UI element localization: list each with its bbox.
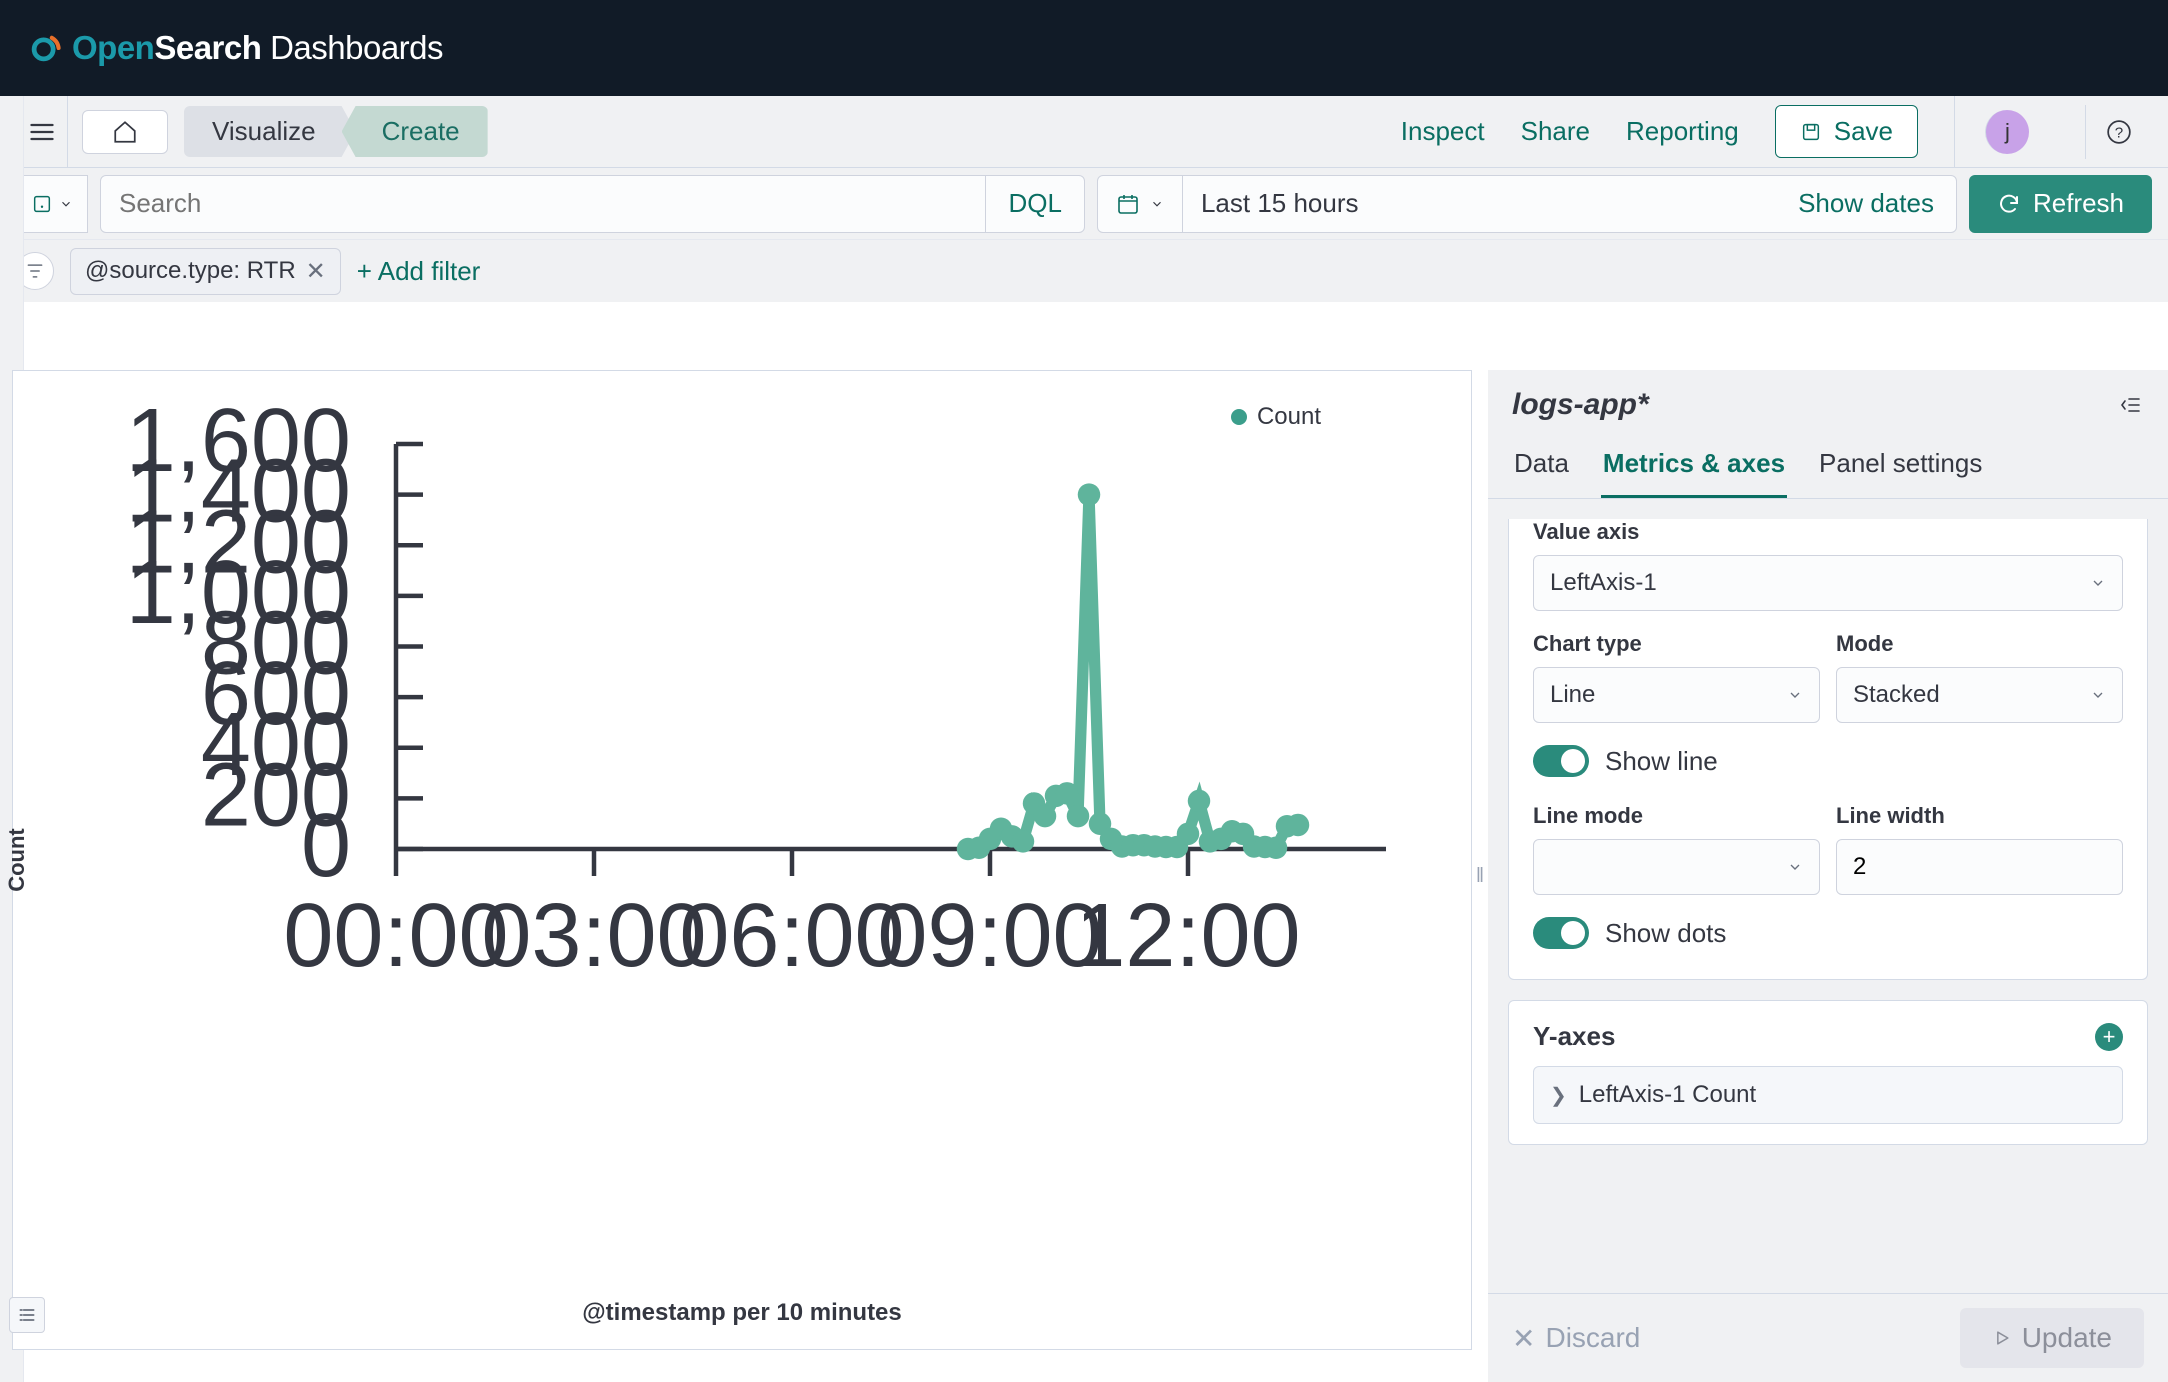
chevron-down-icon (1787, 687, 1803, 703)
svg-text:03:00: 03:00 (481, 886, 706, 986)
mode-select[interactable]: Stacked (1836, 667, 2123, 723)
chevron-down-icon (1150, 197, 1164, 211)
chart-plot: 02004006008001,0001,2001,4001,60000:0003… (81, 399, 1431, 1074)
chevron-right-icon: ❯ (1550, 1083, 1567, 1108)
date-quick-button[interactable] (1098, 176, 1183, 232)
update-button[interactable]: Update (1960, 1308, 2144, 1368)
refresh-button[interactable]: Refresh (1969, 175, 2152, 233)
help-button[interactable]: ? (2085, 105, 2152, 159)
filter-pill-text: @source.type: RTR (85, 257, 296, 285)
show-dots-toggle[interactable] (1533, 917, 1589, 949)
reporting-link[interactable]: Reporting (1626, 116, 1739, 147)
chevron-down-icon (59, 197, 73, 211)
chevron-down-icon (2090, 575, 2106, 591)
svg-text:1,600: 1,600 (126, 399, 351, 491)
avatar: j (1985, 110, 2029, 154)
opensearch-logo-icon (28, 31, 62, 65)
breadcrumb: Visualize Create (184, 106, 488, 157)
home-button[interactable] (82, 110, 168, 154)
chart-type-label: Chart type (1533, 631, 1820, 657)
help-icon: ? (2106, 119, 2132, 145)
chevron-down-icon (2090, 687, 2106, 703)
pane-resize-handle[interactable]: ‖ (1472, 370, 1488, 1382)
navbar: Visualize Create Inspect Share Reporting… (0, 96, 2168, 168)
brand-logo: OpenSearch Dashboards (28, 29, 443, 67)
metrics-form-section: Value axis LeftAxis-1 Chart type Line Mo (1508, 519, 2148, 980)
config-pane: logs-app* Data Metrics & axes Panel sett… (1488, 370, 2168, 1382)
svg-text:06:00: 06:00 (679, 886, 904, 986)
index-pattern-title: logs-app* (1512, 388, 2120, 422)
y-axes-panel: Y-axes + ❯ LeftAxis-1 Count (1508, 1000, 2148, 1145)
share-link[interactable]: Share (1521, 116, 1590, 147)
show-line-toggle[interactable] (1533, 745, 1589, 777)
line-width-input[interactable] (1836, 839, 2123, 895)
svg-text:00:00: 00:00 (283, 886, 508, 986)
svg-text:?: ? (2115, 124, 2123, 141)
breadcrumb-visualize[interactable]: Visualize (184, 106, 356, 157)
list-icon (17, 1305, 37, 1325)
tab-panel-settings[interactable]: Panel settings (1817, 438, 1984, 498)
show-dots-label: Show dots (1605, 918, 1726, 949)
tab-data[interactable]: Data (1512, 438, 1571, 498)
filter-pill[interactable]: @source.type: RTR ✕ (70, 248, 341, 295)
value-axis-label: Value axis (1533, 519, 2123, 545)
config-tab-body: Value axis LeftAxis-1 Chart type Line Mo (1488, 499, 2168, 1293)
hamburger-icon (28, 118, 56, 146)
y-axis-item[interactable]: ❯ LeftAxis-1 Count (1533, 1066, 2123, 1124)
svg-text:12:00: 12:00 (1075, 886, 1300, 986)
play-icon (1992, 1328, 2012, 1348)
chevron-down-icon (1787, 859, 1803, 875)
line-mode-label: Line mode (1533, 803, 1820, 829)
add-y-axis-button[interactable]: + (2095, 1023, 2123, 1051)
save-icon (1800, 121, 1822, 143)
discard-button[interactable]: ✕ Discard (1512, 1322, 1640, 1355)
chart-type-select[interactable]: Line (1533, 667, 1820, 723)
date-range-display[interactable]: Last 15 hours (1183, 176, 1776, 232)
config-tabs: Data Metrics & axes Panel settings (1488, 428, 2168, 499)
calendar-icon (1116, 192, 1140, 216)
legend-toggle-button[interactable] (9, 1297, 45, 1333)
filter-icon (25, 261, 45, 281)
show-line-label: Show line (1605, 746, 1718, 777)
date-picker: Last 15 hours Show dates (1097, 175, 1957, 233)
save-button[interactable]: Save (1775, 105, 1918, 158)
y-axes-title: Y-axes (1533, 1021, 1615, 1052)
inspect-link[interactable]: Inspect (1401, 116, 1485, 147)
dql-button[interactable]: DQL (985, 176, 1083, 232)
line-width-label: Line width (1836, 803, 2123, 829)
search-input[interactable] (101, 176, 985, 232)
show-dates-button[interactable]: Show dates (1776, 176, 1956, 232)
collapse-right-icon (2120, 393, 2144, 417)
home-icon (112, 119, 138, 145)
line-mode-select[interactable] (1533, 839, 1820, 895)
main-content: Count Count @timestamp per 10 minutes 02… (0, 370, 2168, 1382)
x-axis-label: @timestamp per 10 minutes (582, 1299, 902, 1327)
app-header: OpenSearch Dashboards (0, 0, 2168, 96)
saved-queries-button[interactable] (16, 175, 88, 233)
brand-text: OpenSearch Dashboards (72, 29, 443, 67)
query-bar: DQL Last 15 hours Show dates Refresh (0, 168, 2168, 240)
search-box: DQL (100, 175, 1085, 233)
mode-label: Mode (1836, 631, 2123, 657)
y-axis-label: Count (4, 828, 30, 892)
tab-metrics-axes[interactable]: Metrics & axes (1601, 438, 1787, 498)
svg-text:09:00: 09:00 (877, 886, 1102, 986)
value-axis-select[interactable]: LeftAxis-1 (1533, 555, 2123, 611)
config-footer: ✕ Discard Update (1488, 1293, 2168, 1382)
user-menu[interactable]: j (1954, 96, 2049, 168)
collapse-panel-button[interactable] (2120, 393, 2144, 417)
chart-pane: Count Count @timestamp per 10 minutes 02… (12, 370, 1472, 1350)
breadcrumb-create[interactable]: Create (342, 106, 488, 157)
add-filter-button[interactable]: + Add filter (357, 256, 481, 287)
remove-filter-icon[interactable]: ✕ (306, 257, 326, 286)
filter-bar: @source.type: RTR ✕ + Add filter (0, 240, 2168, 302)
refresh-icon (1997, 192, 2021, 216)
close-icon: ✕ (1512, 1322, 1535, 1355)
save-icon (31, 193, 53, 215)
